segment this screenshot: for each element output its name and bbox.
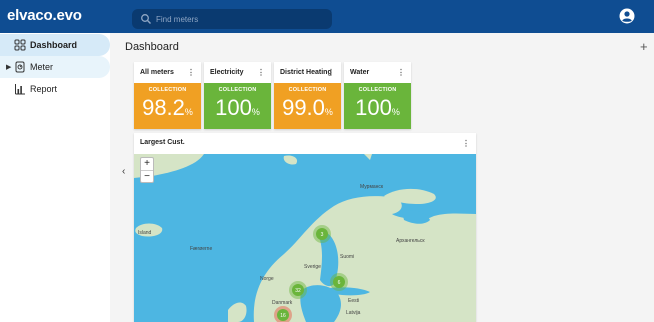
report-chart-icon [15,84,25,95]
sidebar-item-label: Dashboard [30,40,78,50]
collection-label: COLLECTION [288,87,327,93]
map-place-label: Norge [260,276,274,282]
more-options-icon[interactable]: ⋮ [257,69,265,77]
collapse-sidebar-icon[interactable]: ‹ [122,166,125,177]
add-widget-button[interactable]: + [640,39,648,54]
map-place-label: Архангельск [396,238,425,244]
sidebar-item-dashboard[interactable]: Dashboard [0,34,110,56]
map-place-label: Sverige [304,264,321,270]
map-place-label: Eesti [348,298,359,304]
expand-caret-icon[interactable]: ▶ [6,63,14,71]
sidebar-item-meter[interactable]: ▶ Meter [0,56,110,78]
map-place-label: Latvija [346,310,361,316]
map-place-label: Island [138,230,152,236]
map-cluster-marker[interactable]: 6 [330,273,348,291]
widget-card-electricity: Electricity ⋮ COLLECTION 100% [204,62,271,129]
collection-label: COLLECTION [218,87,257,93]
sidebar-item-report[interactable]: Report [0,78,110,100]
map-zoom-control: + − [140,157,154,183]
map-canvas[interactable]: Island Færøerne Norge Sverige Suomi Eest… [134,154,476,322]
user-account-icon[interactable] [619,8,635,24]
sidebar-item-label: Meter [30,62,54,72]
search-icon [141,14,151,24]
card-title: District Heating [280,69,332,76]
map-svg[interactable]: Island Færøerne Norge Sverige Suomi Eest… [134,154,476,322]
sidebar-item-label: Report [30,84,58,94]
map-place-label: Færøerne [190,246,212,252]
top-bar: elvaco.evo [0,0,654,33]
app-logo[interactable]: elvaco.evo [7,7,82,24]
widget-card-district-heating: District Heating ⋮ COLLECTION 99.0% [274,62,341,129]
collection-panel: COLLECTION 98.2% [134,83,201,129]
map-place-label: Мурманск [360,184,384,190]
collection-panel: COLLECTION 100% [344,83,411,129]
card-title: Water [350,69,370,76]
card-title: All meters [140,69,174,76]
zoom-in-button[interactable]: + [141,158,153,170]
search-input[interactable] [156,11,326,27]
card-title: Electricity [210,69,244,76]
map-widget: Largest Cust. ⋮ Island Færøerne Norge Sv… [134,133,476,322]
dashboard-icon [14,39,26,51]
search-box[interactable] [132,9,332,29]
more-options-icon[interactable]: ⋮ [187,69,195,77]
svg-text:16: 16 [280,313,286,319]
map-cluster-marker[interactable]: 32 [289,281,307,299]
map-place-label: Danmark [272,300,293,306]
collection-label: COLLECTION [358,87,397,93]
collection-value: 100% [355,95,400,120]
sidebar: Dashboard ▶ Meter Report [0,33,110,322]
meter-icon [15,61,25,73]
collection-value: 99.0% [282,95,333,120]
map-title: Largest Cust. [140,139,185,146]
map-cluster-marker[interactable]: 3 [313,225,331,243]
more-options-icon[interactable]: ⋮ [462,140,470,148]
collection-value: 100% [215,95,260,120]
svg-text:3: 3 [321,232,324,238]
zoom-out-button[interactable]: − [141,170,153,182]
map-place-label: Suomi [340,254,354,260]
collection-panel: COLLECTION 99.0% [274,83,341,129]
svg-text:32: 32 [295,288,301,294]
more-options-icon[interactable]: ⋮ [327,69,335,77]
collection-label: COLLECTION [148,87,187,93]
svg-text:6: 6 [338,280,341,286]
page-title: Dashboard [125,41,179,53]
collection-value: 98.2% [142,95,193,120]
more-options-icon[interactable]: ⋮ [397,69,405,77]
widget-card-water: Water ⋮ COLLECTION 100% [344,62,411,129]
collection-panel: COLLECTION 100% [204,83,271,129]
widget-card-all-meters: All meters ⋮ COLLECTION 98.2% [134,62,201,129]
